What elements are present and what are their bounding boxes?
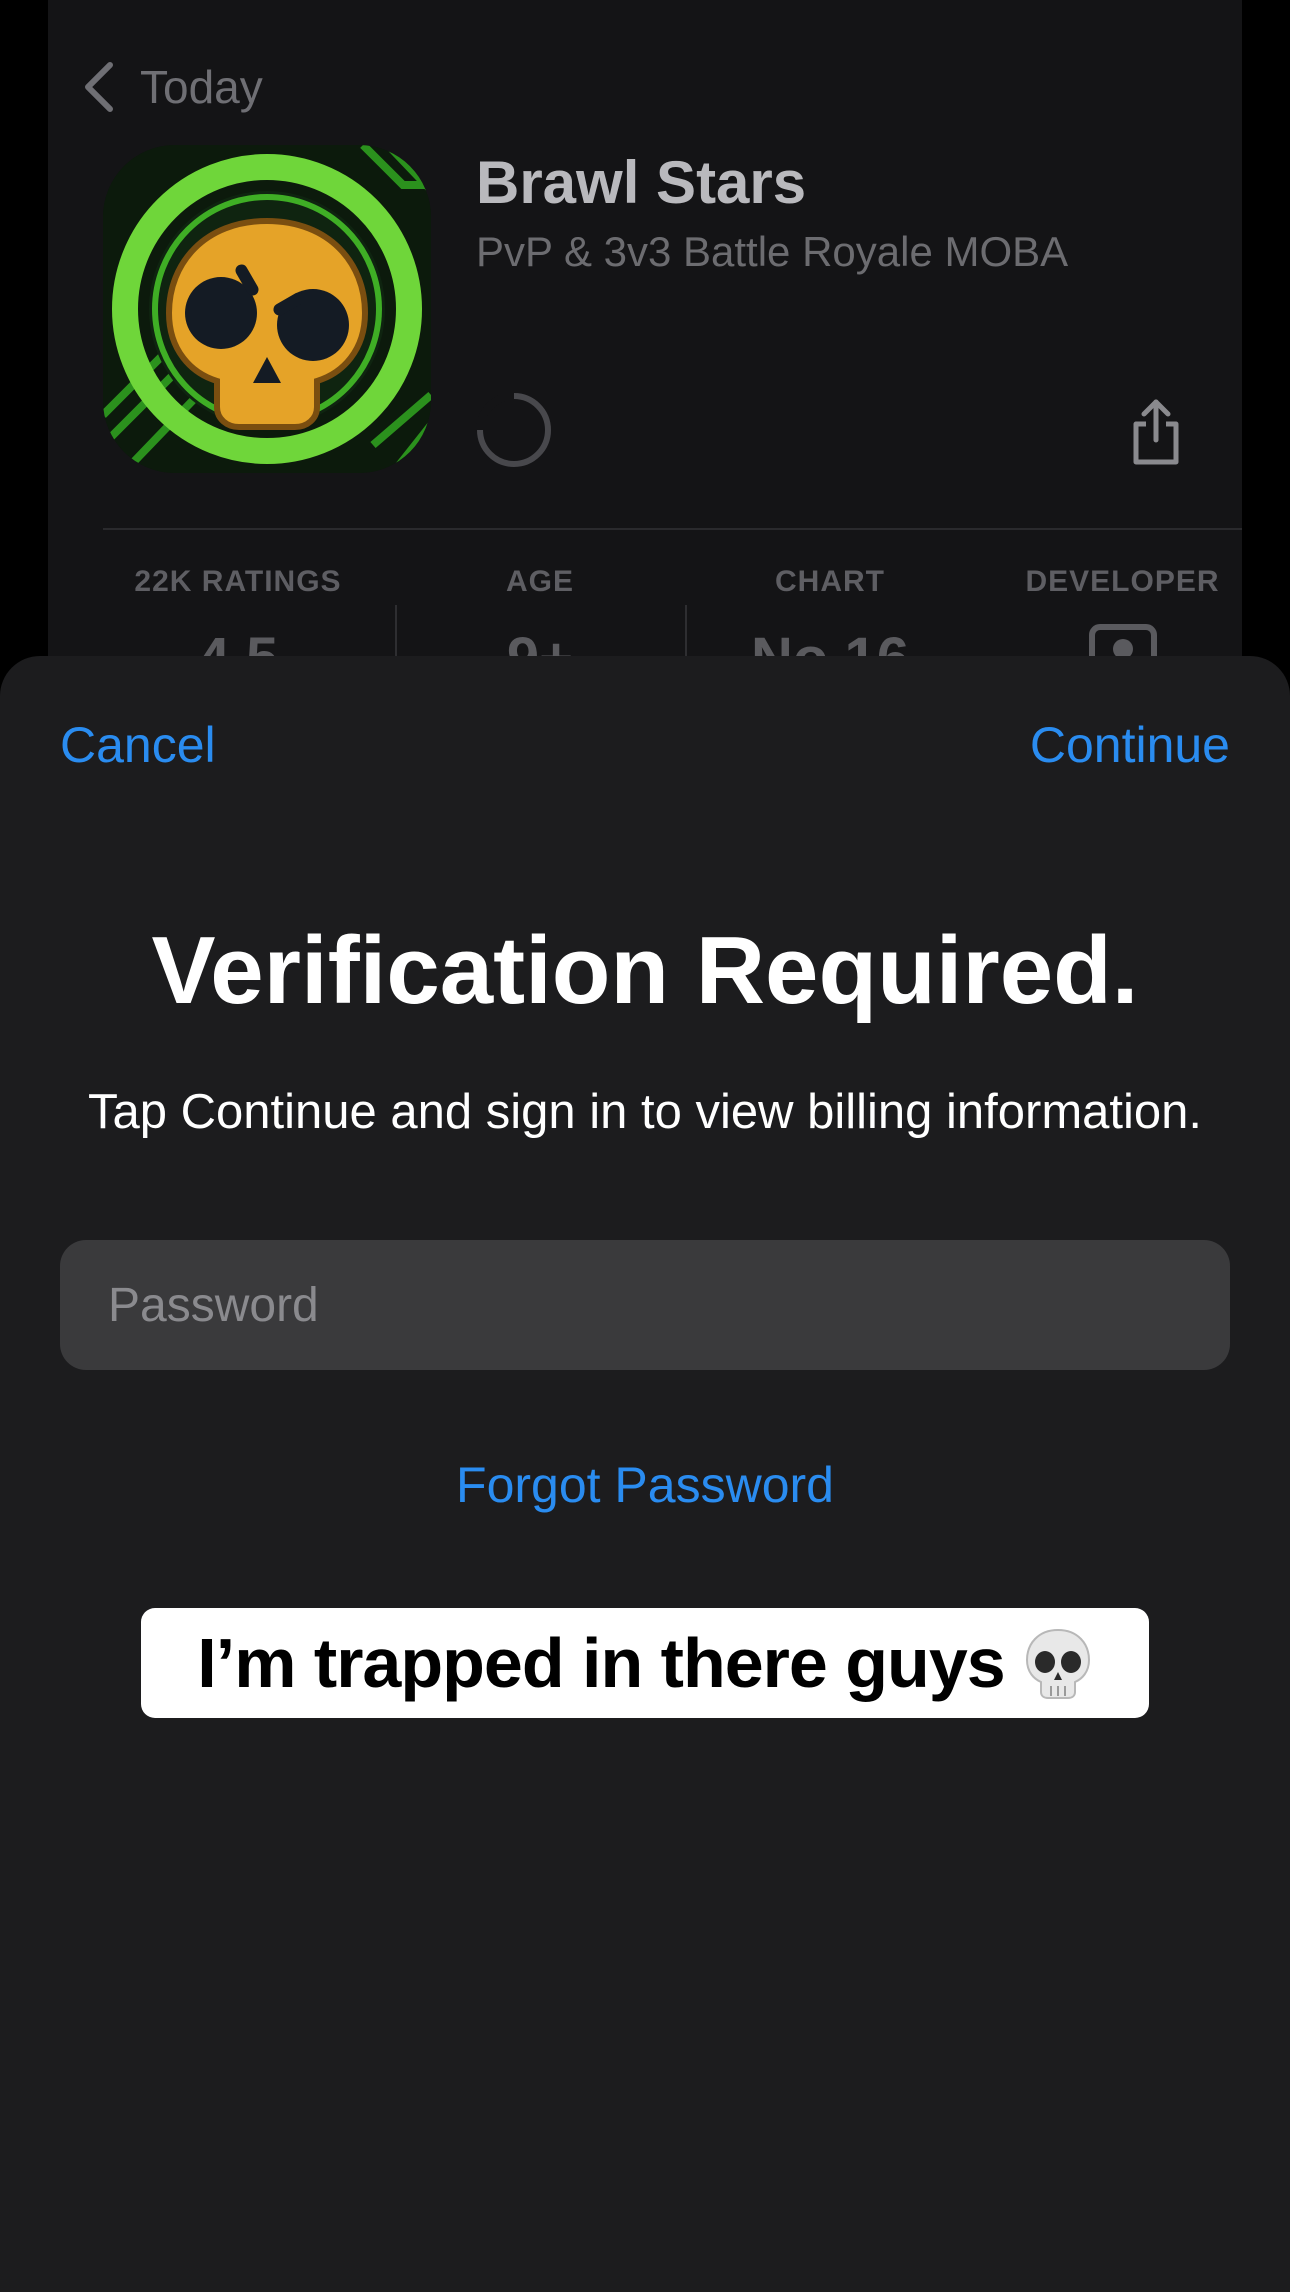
cancel-button[interactable]: Cancel <box>60 716 216 774</box>
stat-developer-label: DEVELOPER <box>1025 565 1220 598</box>
sheet-title: Verification Required. <box>151 917 1139 1024</box>
caption-overlay: I’m trapped in there guys <box>141 1608 1149 1718</box>
app-icon <box>103 145 431 473</box>
skull-emoji-icon <box>1025 1628 1090 1699</box>
caption-text: I’m trapped in there guys <box>197 1624 1005 1702</box>
app-title: Brawl Stars <box>476 149 807 216</box>
chevron-left-icon <box>85 62 113 112</box>
back-label: Today <box>140 61 263 113</box>
header-divider <box>103 528 1242 530</box>
forgot-password-link[interactable]: Forgot Password <box>0 1456 1290 1514</box>
brawl-stars-skull-icon <box>103 145 431 473</box>
password-field[interactable] <box>60 1240 1230 1370</box>
stat-age-label: AGE <box>505 565 574 598</box>
sheet-message: Tap Continue and sign in to view billing… <box>87 1085 1203 1139</box>
stat-ratings-label: 22K RATINGS <box>134 565 342 598</box>
loading-spinner-icon <box>476 392 551 467</box>
app-subtitle: PvP & 3v3 Battle Royale MOBA <box>476 228 1069 275</box>
app-stats-row: 22K RATINGS 4.5 AGE 9+ CHART No.16 DEVEL… <box>103 565 1242 691</box>
back-button[interactable]: Today <box>80 52 263 122</box>
stat-chart-label: CHART <box>775 565 885 598</box>
share-icon[interactable] <box>1128 398 1184 466</box>
continue-button[interactable]: Continue <box>1030 716 1230 774</box>
verification-sheet: Cancel Continue Verification Required. T… <box>0 656 1290 2292</box>
